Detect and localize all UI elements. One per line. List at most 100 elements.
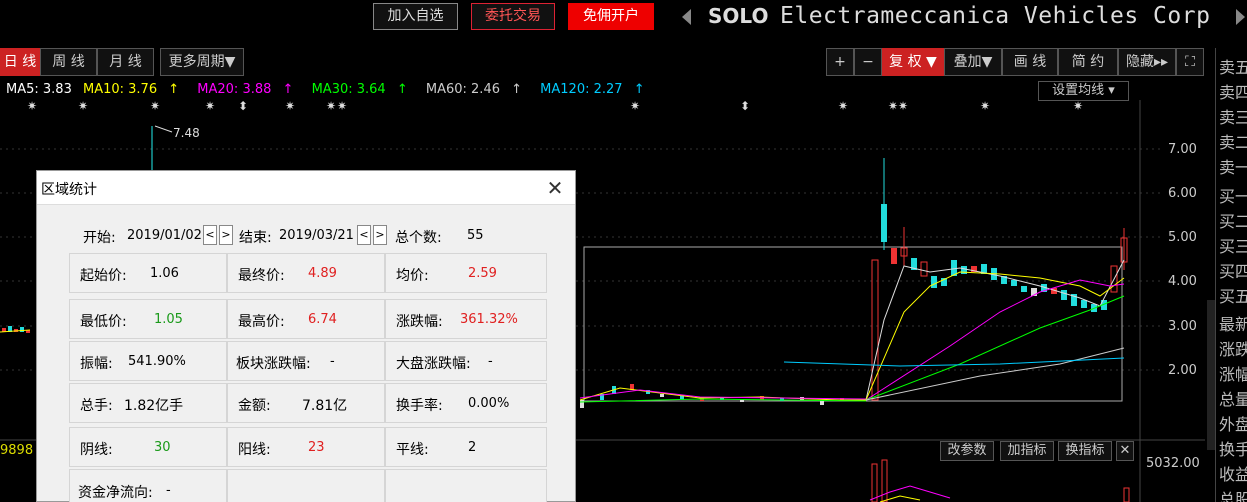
tab-daily[interactable]: 日 线 [0, 48, 40, 76]
svg-text:✷: ✷ [838, 100, 848, 113]
side-label: 总股 [1219, 490, 1247, 502]
stat-key: 换手率: [396, 398, 443, 414]
add-indicator-button[interactable]: 加指标 [1000, 441, 1054, 461]
side-label: 买五 [1219, 287, 1247, 306]
region-stats-dialog: 区域统计 ✕ 开始: 2019/01/02 < > 结束: 2019/03/21… [36, 170, 576, 502]
ma-legend: MA5: 3.83 MA10: 3.76 ↑ MA20: 3.88 ↑ MA30… [6, 82, 659, 97]
svg-text:✷: ✷ [205, 100, 215, 113]
selection-range-box[interactable] [583, 246, 1123, 402]
stat-value: 1.05 [154, 312, 183, 327]
start-next-button[interactable]: > [219, 225, 233, 245]
stat-cell-empty [227, 469, 385, 502]
y-axis-label: 5.00 [1168, 230, 1197, 245]
stat-cell: 换手率: 0.00% [385, 383, 547, 423]
side-label: 卖一 [1219, 158, 1247, 177]
draw-line-button[interactable]: 画 线 [1002, 48, 1058, 76]
dialog-title-bar[interactable]: 区域统计 ✕ [37, 171, 575, 205]
start-prev-button[interactable]: < [203, 225, 217, 245]
stat-cell: 板块涨跌幅: - [227, 341, 385, 381]
end-prev-button[interactable]: < [357, 225, 371, 245]
end-date: 2019/03/21 [279, 228, 354, 243]
stat-value: 23 [308, 440, 325, 455]
stat-key: 最低价: [80, 314, 127, 330]
stat-key: 平线: [396, 442, 429, 458]
close-icon[interactable]: ✕ [542, 175, 568, 201]
ma30-value: MA30: 3.64 ↑ [312, 82, 415, 97]
stat-cell: 起始价: 1.06 [69, 253, 227, 293]
ma-settings-dropdown[interactable]: 设置均线 ▾ [1038, 81, 1129, 101]
stat-value: - [330, 354, 335, 369]
stat-cell: 大盘涨跌幅: - [385, 341, 547, 381]
prev-stock-arrow-icon[interactable] [682, 9, 691, 25]
tab-weekly[interactable]: 周 线 [40, 48, 97, 76]
svg-text:✷: ✷ [337, 100, 347, 113]
stat-value: 4.89 [308, 266, 337, 281]
stat-key: 板块涨跌幅: [236, 356, 311, 372]
stat-cell: 阳线: 23 [227, 427, 385, 467]
side-label: 涨幅 [1219, 365, 1247, 384]
ma30-label: MA30: 3.64 [311, 82, 386, 97]
stat-value: 1.06 [150, 266, 179, 281]
svg-text:✷✷: ✷✷ [888, 100, 908, 113]
side-scrollbar[interactable] [1207, 300, 1215, 450]
hide-panel-button[interactable]: 隐藏▸▸ [1118, 48, 1176, 76]
up-arrow-icon: ↑ [511, 82, 523, 97]
event-markers: ✷ ✷ ✷ ✷ ⬍ ✷ ✷ ✷ ✷ ⬍ ✷ ✷✷ ✷ ✷ [27, 100, 1083, 113]
end-label: 结束: [239, 230, 272, 246]
side-label: 卖二 [1219, 133, 1247, 152]
zoom-in-button[interactable]: + [826, 48, 854, 76]
side-label: 卖三 [1219, 108, 1247, 127]
svg-text:✷: ✷ [326, 100, 336, 113]
stat-cell: 最终价: 4.89 [227, 253, 385, 293]
switch-indicator-button[interactable]: 换指标 [1058, 441, 1112, 461]
add-watchlist-button[interactable]: 加入自选 [373, 3, 458, 30]
stat-value: 0.00% [468, 396, 510, 411]
side-label: 最新 [1219, 315, 1247, 334]
stat-cell: 金额: 7.81亿 [227, 383, 385, 423]
y-axis-label: 7.00 [1168, 142, 1197, 157]
end-next-button[interactable]: > [373, 225, 387, 245]
zoom-out-button[interactable]: − [854, 48, 882, 76]
side-label: 买四 [1219, 262, 1247, 281]
y-axis-label: 4.00 [1168, 274, 1197, 289]
side-label: 买三 [1219, 237, 1247, 256]
stat-key: 阳线: [238, 442, 271, 458]
tab-monthly[interactable]: 月 线 [97, 48, 154, 76]
y-axis-label: 3.00 [1168, 319, 1197, 334]
stat-cell: 阴线: 30 [69, 427, 227, 467]
stat-value: 2.59 [468, 266, 497, 281]
stat-key: 振幅: [80, 356, 113, 372]
open-account-button[interactable]: 免佣开户 [568, 3, 654, 30]
svg-text:✷: ✷ [78, 100, 88, 113]
y-axis-label: 6.00 [1168, 186, 1197, 201]
up-arrow-icon: ↑ [633, 82, 645, 97]
stat-key: 起始价: [80, 268, 127, 284]
ma10-value: MA10: 3.76 ↑ [83, 82, 186, 97]
svg-text:⬍: ⬍ [740, 100, 750, 113]
up-arrow-icon: ↑ [282, 82, 294, 97]
stat-value: 30 [154, 440, 171, 455]
simple-mode-button[interactable]: 简 约 [1058, 48, 1118, 76]
close-indicator-icon[interactable]: ✕ [1116, 441, 1134, 461]
edit-params-button[interactable]: 改参数 [940, 441, 994, 461]
price-adjust-button[interactable]: 复 权 ▼ [882, 48, 944, 76]
ma20-label: MA20: 3.88 [197, 82, 272, 97]
side-label: 总量 [1219, 390, 1247, 409]
stat-key: 资金净流向: [78, 485, 153, 501]
stat-value: 6.74 [308, 312, 337, 327]
stat-cell: 均价: 2.59 [385, 253, 547, 293]
svg-text:✷: ✷ [630, 100, 640, 113]
stat-cell-empty [385, 469, 547, 502]
stat-value: - [166, 483, 171, 498]
ma10-label: MA10: 3.76 [82, 82, 158, 97]
side-label: 卖五 [1219, 58, 1247, 77]
trade-button[interactable]: 委托交易 [471, 3, 555, 30]
next-stock-arrow-icon[interactable] [1236, 9, 1245, 25]
expand-icon[interactable]: ⛶ [1176, 48, 1204, 76]
side-label: 换手 [1219, 440, 1247, 459]
svg-text:✷: ✷ [1073, 100, 1083, 113]
quote-side-panel: 卖五 卖四 卖三 卖二 卖一 买一 买二 买三 买四 买五 最新 涨跌 涨幅 总… [1215, 48, 1247, 502]
tab-more-periods[interactable]: 更多周期▼ [160, 48, 244, 76]
ma5-value: MA5: 3.83 [6, 82, 72, 97]
overlay-button[interactable]: 叠加▼ [944, 48, 1002, 76]
